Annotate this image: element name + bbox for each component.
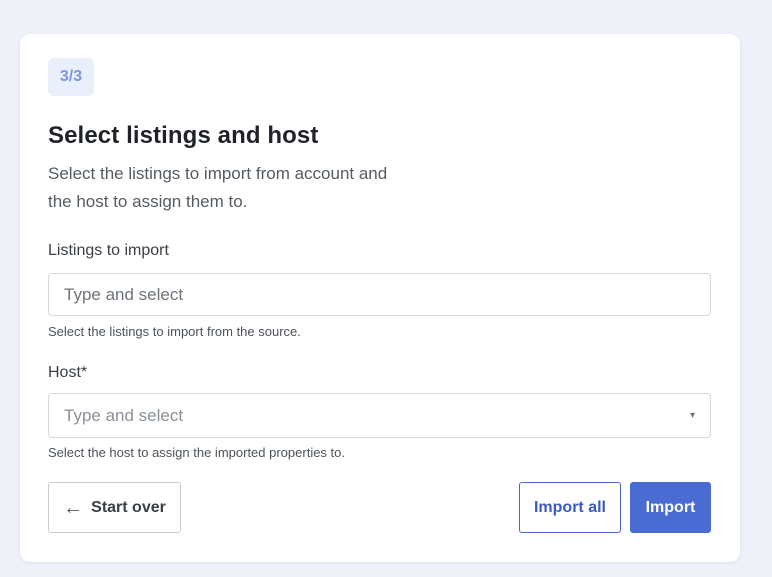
caret-down-icon: ▾ [689,410,695,421]
page-subtitle: Select the listings to import from accou… [48,164,388,211]
page-title: Select listings and host [48,122,319,149]
listings-input[interactable] [48,273,711,316]
start-over-label: Start over [91,498,166,516]
arrow-left-icon: ← [63,496,84,519]
import-all-button[interactable]: Import all [519,482,621,533]
import-card: 3/3 Select listings and host Select the … [20,34,740,562]
import-button[interactable]: Import [630,482,711,533]
host-label: Host* [48,364,88,381]
listings-help-text: Select the listings to import from the s… [48,324,301,339]
host-select[interactable]: Type and select ▾ [48,393,711,438]
host-select-placeholder: Type and select [64,405,184,425]
listings-label: Listings to import [48,242,169,259]
host-help-text: Select the host to assign the imported p… [48,445,346,460]
start-over-button[interactable]: ← Start over [48,482,181,533]
step-badge: 3/3 [48,58,94,96]
